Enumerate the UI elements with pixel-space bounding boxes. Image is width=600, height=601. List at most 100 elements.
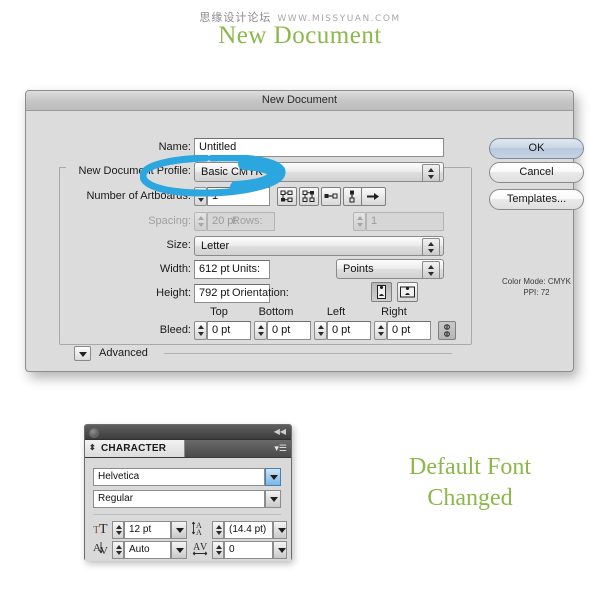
- grid-by-row-glyph: [280, 190, 293, 202]
- screenshot-root: 思缘设计论坛 WWW.MISSYUAN.COM New Document New …: [0, 0, 600, 601]
- panel-menu-icon[interactable]: ▾☰: [274, 443, 287, 453]
- svg-text:A: A: [196, 528, 202, 536]
- font-family-dropdown-arrow[interactable]: [265, 468, 281, 486]
- ppi-info: PPI: 72: [523, 288, 550, 297]
- panel-close-dot-icon[interactable]: [89, 428, 99, 438]
- leading-icon: A A: [192, 521, 202, 536]
- number-of-artboards-input[interactable]: 1: [207, 187, 270, 206]
- font-style-input[interactable]: Regular: [93, 490, 265, 508]
- advanced-separator: [164, 353, 452, 354]
- arrange-by-column-icon[interactable]: [343, 187, 363, 206]
- height-label: Height:: [156, 287, 191, 299]
- bleed-right-input[interactable]: 0 pt: [387, 321, 431, 340]
- chevron-updown-icon: [422, 261, 440, 278]
- chevron-updown-icon: [422, 164, 440, 181]
- right-to-left-order-icon: [367, 193, 379, 200]
- tracking-input[interactable]: 0: [224, 541, 273, 559]
- cancel-button[interactable]: Cancel: [489, 162, 584, 183]
- size-value: Letter: [201, 240, 230, 252]
- templates-button[interactable]: Templates...: [489, 189, 584, 210]
- new-document-dialog: New Document Name: Untitled New Document…: [25, 90, 584, 372]
- bleed-link-button[interactable]: [438, 321, 456, 340]
- bleed-bottom-header: Bottom: [258, 306, 294, 318]
- bleed-bottom-input[interactable]: 0 pt: [267, 321, 311, 340]
- panel-tab-row: ⬍ CHARACTER ▾☰: [85, 440, 291, 458]
- bleed-right-stepper[interactable]: [374, 321, 387, 340]
- tab-character-label: CHARACTER: [101, 443, 167, 454]
- kerning-dropdown-arrow[interactable]: [171, 541, 187, 559]
- landscape-icon: [400, 286, 415, 298]
- units-select[interactable]: Points: [336, 259, 444, 279]
- bleed-bottom-stepper[interactable]: [254, 321, 267, 340]
- link-chain-icon: [444, 324, 450, 337]
- color-mode-info: Color Mode: CMYK: [502, 277, 571, 286]
- kerning-stepper[interactable]: [112, 541, 124, 559]
- portrait-icon: [377, 285, 386, 299]
- new-document-profile-label: New Document Profile:: [78, 165, 192, 177]
- new-document-profile-select[interactable]: Basic CMYK: [194, 162, 444, 182]
- tab-character[interactable]: ⬍ CHARACTER: [85, 440, 185, 457]
- bleed-label: Bleed:: [159, 324, 191, 336]
- leading-stepper[interactable]: [212, 521, 224, 539]
- font-size-input[interactable]: 12 pt: [124, 521, 171, 539]
- number-of-artboards-stepper[interactable]: [194, 187, 207, 206]
- bleed-top-stepper[interactable]: [194, 321, 207, 340]
- kerning-input[interactable]: Auto: [124, 541, 171, 559]
- svg-text:V: V: [200, 542, 208, 553]
- units-label: Units:: [232, 263, 261, 275]
- collapse-icon[interactable]: ◀◀: [274, 428, 286, 436]
- ok-button[interactable]: OK: [489, 138, 584, 159]
- leading-input[interactable]: (14.4 pt): [224, 521, 273, 539]
- chevron-updown-icon: [422, 238, 440, 255]
- font-family-input[interactable]: Helvetica: [93, 468, 265, 486]
- dialog-body: Name: Untitled New Document Profile: Bas…: [26, 111, 584, 371]
- artboard-order-arrow-button[interactable]: [361, 187, 386, 206]
- arrange-by-row-icon[interactable]: [321, 187, 341, 206]
- panel-body: Helvetica Regular T T 12 pt A A (14.4 pt…: [85, 458, 291, 561]
- page-title: New Document: [218, 22, 382, 49]
- tracking-icon: A V: [192, 542, 208, 556]
- font-size-stepper[interactable]: [112, 521, 124, 539]
- spacing-stepper: [194, 212, 207, 231]
- advanced-disclosure-triangle[interactable]: [74, 346, 91, 361]
- size-label: Size:: [166, 239, 191, 251]
- font-size-icon: T T: [93, 522, 108, 536]
- orientation-portrait-button[interactable]: [371, 282, 392, 302]
- svg-text:T: T: [99, 522, 108, 536]
- bleed-top-input[interactable]: 0 pt: [207, 321, 251, 340]
- name-label: Name:: [158, 141, 191, 153]
- bleed-left-input[interactable]: 0 pt: [327, 321, 371, 340]
- character-panel: ◀◀ ⬍ CHARACTER ▾☰ Helvetica Regular T T …: [84, 424, 292, 561]
- arrange-by-column-glyph: [349, 190, 355, 203]
- updown-arrows-icon: ⬍: [89, 443, 96, 452]
- grid-by-row-icon[interactable]: [277, 187, 297, 206]
- orientation-label: Orientation:: [232, 287, 289, 299]
- grid-by-column-icon[interactable]: [299, 187, 319, 206]
- orientation-landscape-button[interactable]: [397, 282, 418, 302]
- bleed-right-header: Right: [381, 306, 407, 318]
- leading-dropdown-arrow[interactable]: [273, 521, 287, 539]
- rows-stepper: [353, 212, 366, 231]
- font-size-dropdown-arrow[interactable]: [171, 521, 187, 539]
- arrange-by-row-glyph: [324, 193, 338, 199]
- default-font-changed-note: Default Font Changed: [365, 452, 575, 514]
- font-style-dropdown-arrow[interactable]: [265, 490, 281, 508]
- rows-label: Rows:: [232, 215, 263, 227]
- panel-separator: [93, 514, 281, 515]
- advanced-label: Advanced: [99, 347, 148, 359]
- new-document-profile-value: Basic CMYK: [201, 166, 263, 178]
- name-input[interactable]: Untitled: [194, 138, 444, 157]
- note-line-1: Default Font: [409, 454, 531, 480]
- bleed-top-header: Top: [210, 306, 228, 318]
- note-line-2: Changed: [427, 485, 513, 511]
- spacing-label: Spacing:: [148, 215, 191, 227]
- bleed-left-stepper[interactable]: [314, 321, 327, 340]
- panel-titlebar: ◀◀: [85, 425, 291, 440]
- bleed-left-header: Left: [326, 306, 346, 318]
- kerning-icon: A V: [93, 542, 108, 556]
- tracking-dropdown-arrow[interactable]: [273, 541, 287, 559]
- tracking-stepper[interactable]: [212, 541, 224, 559]
- width-label: Width:: [159, 263, 191, 275]
- size-select[interactable]: Letter: [194, 236, 444, 256]
- dialog-titlebar: New Document: [26, 91, 573, 111]
